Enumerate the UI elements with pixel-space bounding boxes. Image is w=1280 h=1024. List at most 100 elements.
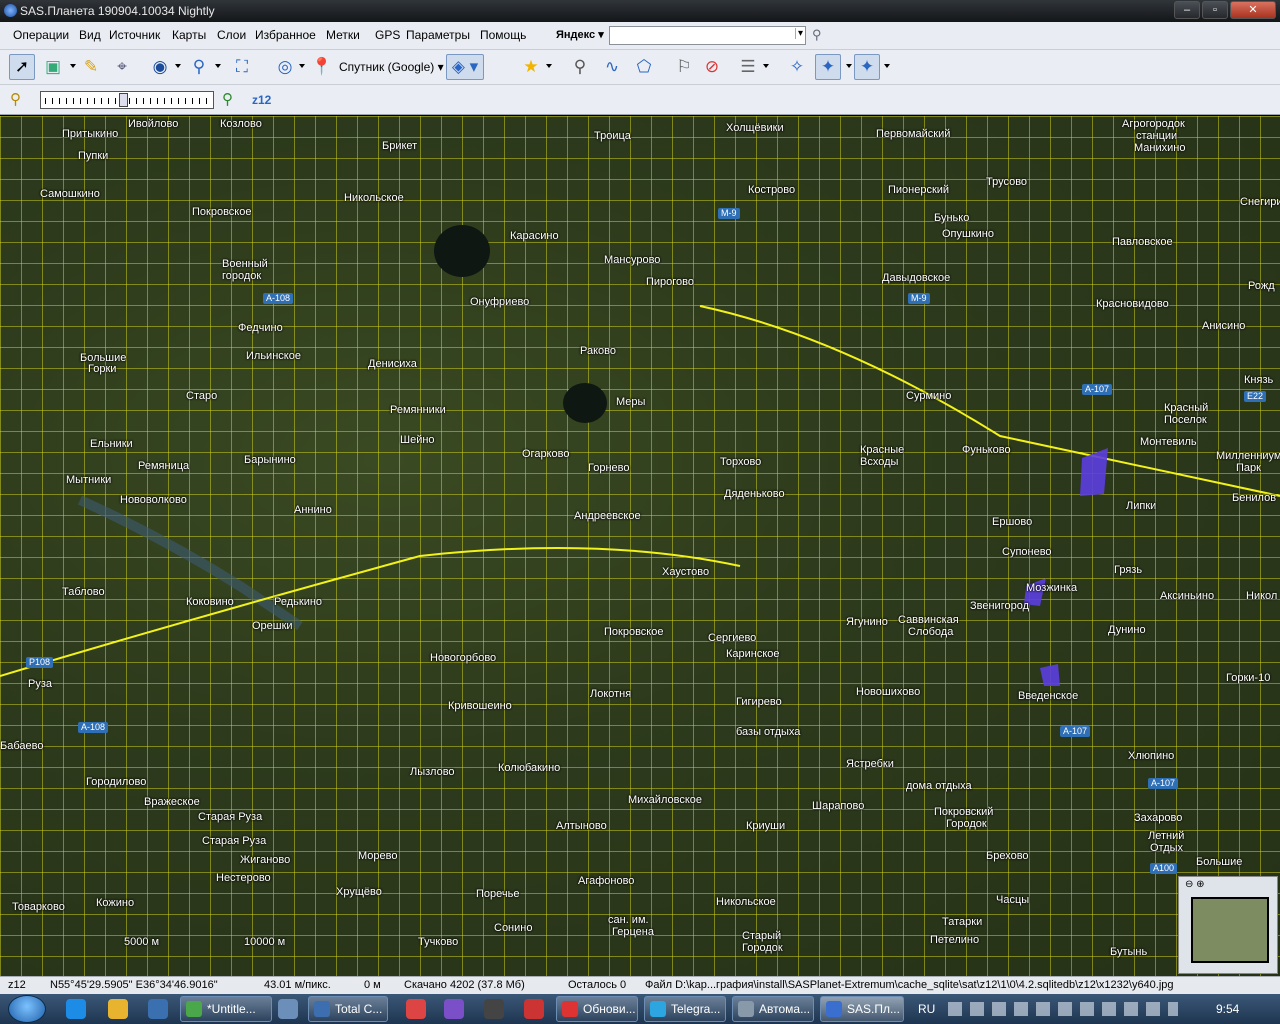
minimap-zoom-icon[interactable]: ⊖ ⊕ (1185, 879, 1205, 890)
road-badge: P108 (26, 657, 54, 668)
road-badge: A-108 (263, 293, 294, 304)
minimap-view[interactable] (1191, 897, 1269, 963)
language-indicator[interactable]: RU (918, 1002, 935, 1016)
menu-help[interactable]: Помощь (480, 28, 526, 42)
place-label: Городок (946, 818, 987, 830)
place-label: Ястребки (846, 758, 894, 770)
menu-maps[interactable]: Карты (172, 28, 206, 42)
menu-operations[interactable]: Операции (13, 28, 69, 42)
place-label: Никол (1246, 590, 1278, 602)
place-label: городок (222, 270, 262, 282)
start-button[interactable] (8, 995, 46, 1023)
zoom-out-icon[interactable]: ⚲ (10, 90, 21, 108)
menu-favorites[interactable]: Избранное (255, 28, 316, 42)
place-label: Жиганово (240, 854, 291, 866)
place-label: Карасино (510, 230, 559, 242)
place-label: Грязь (1114, 564, 1143, 576)
search-icon[interactable]: ⚲ (812, 27, 822, 43)
place-label: Слобода (908, 626, 954, 638)
place-label: Большие (1196, 856, 1243, 868)
path-icon[interactable]: ∿ (599, 54, 625, 80)
menu-view[interactable]: Вид (79, 28, 101, 42)
task-yandex-browser[interactable]: Обнови... (556, 996, 638, 1022)
layers-icon[interactable]: ◈ ▾ (446, 54, 484, 80)
map-move-icon[interactable]: ▣ (40, 54, 66, 80)
zoom-slider-thumb[interactable] (119, 93, 128, 107)
menu-source[interactable]: Источник (109, 28, 160, 42)
viber-icon[interactable] (444, 999, 464, 1019)
place-label: Алтыново (556, 820, 607, 832)
place-label: 10000 м (244, 936, 286, 948)
place-label: Красный (1164, 402, 1209, 414)
road-badge: M-9 (908, 293, 930, 304)
task-automation[interactable]: Автома... (732, 996, 814, 1022)
minimize-button[interactable]: – (1174, 1, 1200, 19)
place-label: дома отдыха (906, 780, 972, 792)
zoom-slider[interactable] (40, 91, 214, 109)
globe-icon[interactable]: ◉ (147, 54, 173, 80)
place-label: Дунино (1108, 624, 1146, 636)
place-label: Снегири (1240, 196, 1280, 208)
explorer-icon[interactable] (108, 999, 128, 1019)
task-telegram[interactable]: Telegra... (644, 996, 726, 1022)
place-label: Поречье (476, 888, 520, 900)
computer-icon[interactable] (278, 999, 298, 1019)
gps-icon[interactable]: ◎ (272, 54, 298, 80)
marks-list-icon[interactable]: ⚐ (671, 54, 697, 80)
polygon-icon[interactable]: ⬠ (631, 54, 657, 80)
place-label: Криуши (746, 820, 786, 832)
place-label: Захарово (1134, 812, 1183, 824)
map-source-select[interactable]: Спутник (Google) ▾ (339, 60, 444, 74)
search-input[interactable]: ▾ (609, 26, 806, 45)
place-label: Кожино (96, 897, 135, 909)
place-label: Барынино (244, 454, 296, 466)
media-player-icon[interactable] (148, 999, 168, 1019)
place-label: Редькино (274, 596, 323, 608)
place-label: Отдых (1150, 842, 1184, 854)
task-sas-planet[interactable]: SAS.Пл... (820, 996, 904, 1022)
status-remaining: Осталось 0 (568, 979, 627, 991)
app-window: SAS.Планета 190904.10034 Nightly – ▫ ✕ О… (0, 0, 1280, 994)
place-label: Фуньково (962, 444, 1011, 456)
maximize-button[interactable]: ▫ (1202, 1, 1228, 19)
menu-gps[interactable]: GPS (375, 28, 400, 42)
satellite-icon[interactable]: ✧ (784, 54, 810, 80)
place-label: Бунько (934, 212, 970, 224)
zoom-in-icon[interactable]: ⚲ (222, 90, 233, 108)
place-label: Бутынь (1110, 946, 1148, 958)
place-label: Первомайский (876, 128, 951, 140)
status-coordinates: N55°45'29.5905" E36°34'46.9016" (50, 979, 218, 991)
road-badge: A100 (1150, 863, 1178, 874)
road-badge: A-107 (1148, 778, 1179, 789)
google-maps-icon[interactable]: 📍 (309, 54, 335, 80)
chrome-icon[interactable] (406, 999, 426, 1019)
place-label: Пирогово (646, 276, 695, 288)
pointer-tool-icon[interactable]: ➚ (9, 54, 35, 80)
place-label: Военный (222, 258, 268, 270)
satellite-layer-icon[interactable]: ✦ (854, 54, 880, 80)
steam-icon[interactable] (484, 999, 504, 1019)
status-scale: 43.01 м/пикс. (264, 979, 331, 991)
menu-marks[interactable]: Метки (326, 28, 360, 42)
menu-parameters[interactable]: Параметры (406, 28, 470, 42)
place-label: Манихино (1134, 142, 1186, 154)
hide-marks-icon[interactable]: ⊘ (699, 54, 725, 80)
zoom-icon[interactable]: ⚲ (186, 54, 212, 80)
task-untitled[interactable]: *Untitle... (180, 996, 272, 1022)
fullscreen-icon[interactable]: ⛶ (229, 54, 255, 80)
minimap[interactable]: ⊖ ⊕ (1178, 876, 1278, 974)
placemark-icon[interactable]: ⚲ (567, 54, 593, 80)
task-total-commander[interactable]: Total C... (308, 996, 388, 1022)
compass-icon[interactable]: ⌖ (109, 54, 135, 80)
ie-icon[interactable] (66, 999, 86, 1019)
storage-icon[interactable]: ☰ (735, 54, 761, 80)
favorites-star-icon[interactable]: ★ (518, 54, 544, 80)
place-label: Сергиево (708, 632, 757, 644)
map-view[interactable]: Ивойлово Козлово Притыкино Пупки Брикет Троиц… (0, 116, 1280, 976)
ruler-icon[interactable]: ✎ (78, 54, 104, 80)
search-provider-select[interactable]: Яндекс ▾ (556, 28, 604, 41)
close-button[interactable]: ✕ (1230, 1, 1276, 19)
app-red-icon[interactable] (524, 999, 544, 1019)
menu-layers[interactable]: Слои (217, 28, 246, 42)
satellite-active-icon[interactable]: ✦ (815, 54, 841, 80)
